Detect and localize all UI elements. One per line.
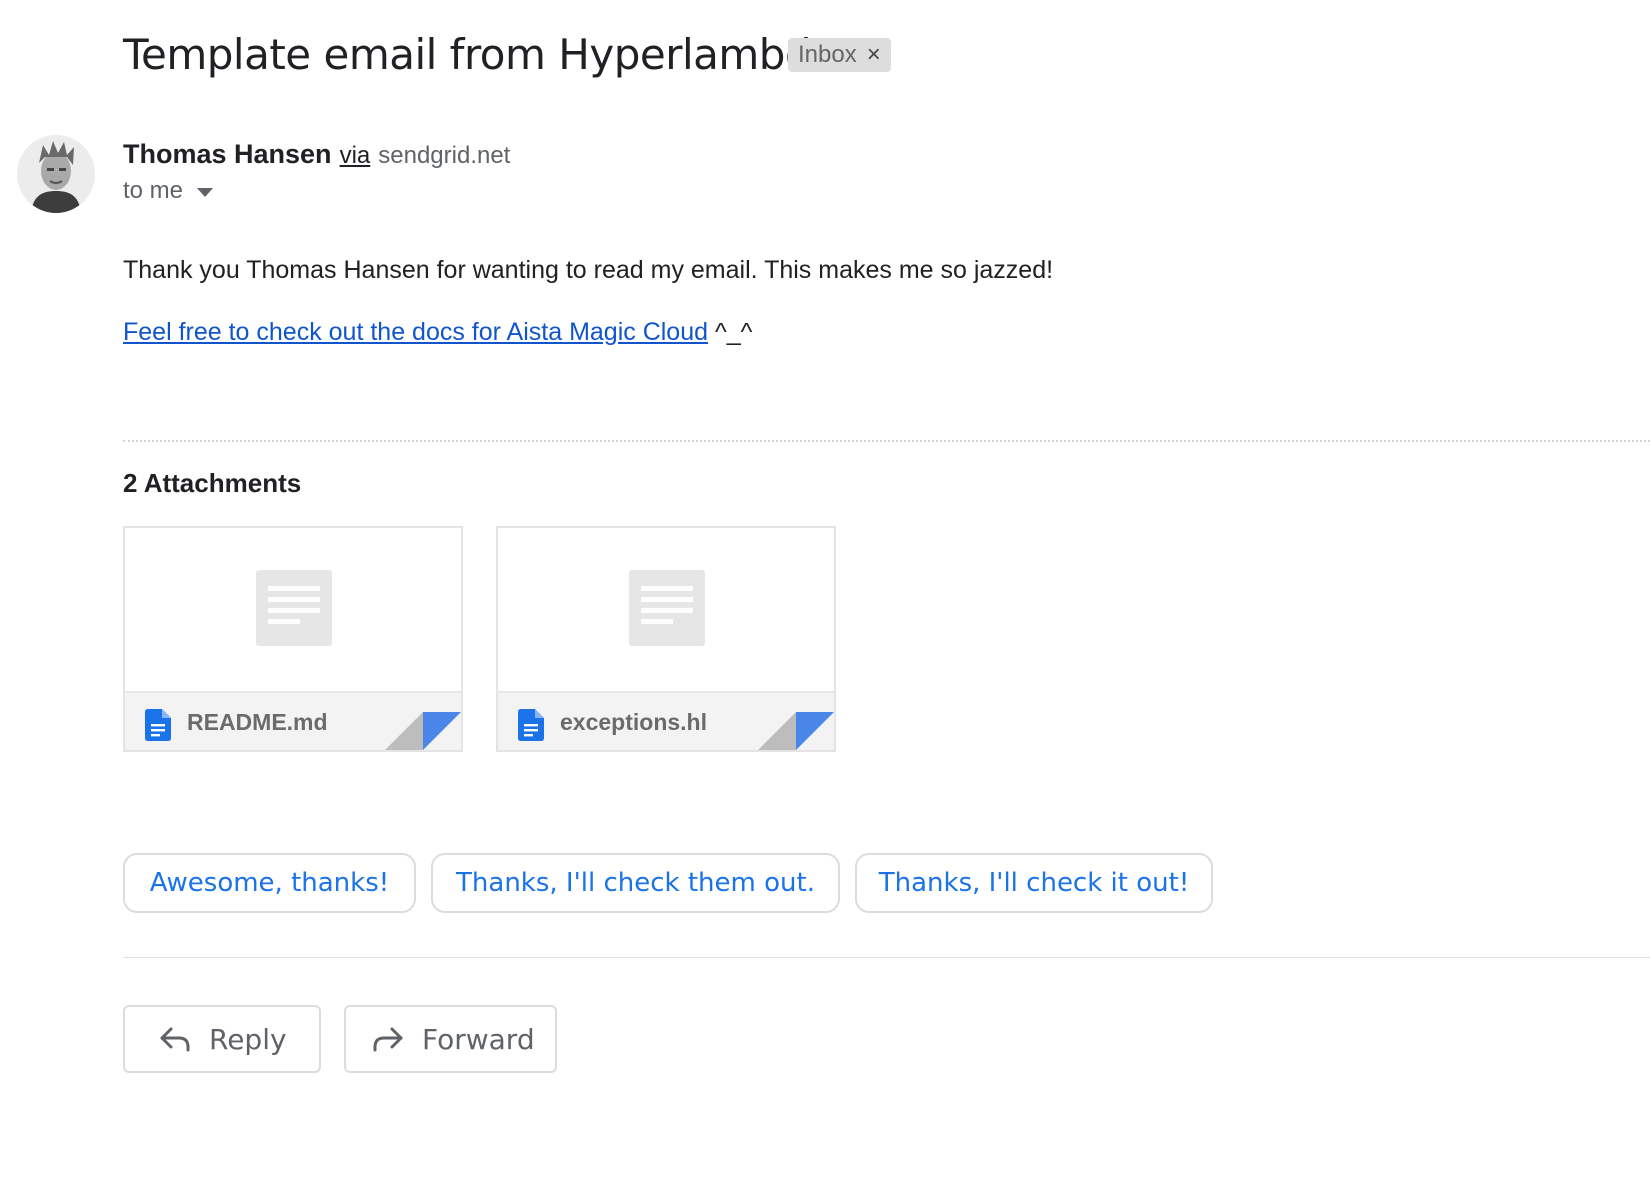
docs-link[interactable]: Feel free to check out the docs for Aist… [123,318,708,346]
document-preview-icon [256,570,332,646]
smart-reply-button[interactable]: Thanks, I'll check it out! [855,853,1213,913]
sender-name[interactable]: Thomas Hansen [123,138,332,170]
attachment-filename: exceptions.hl [560,709,707,735]
attachment-preview [498,528,834,691]
reply-button[interactable]: Reply [123,1005,321,1073]
attachment-card-exceptions[interactable]: exceptions.hl [496,526,836,752]
email-body-paragraph: Thank you Thomas Hansen for wanting to r… [123,256,1054,284]
sender-line: Thomas Hansen via sendgrid.net [123,138,510,172]
google-docs-file-icon [145,709,171,741]
close-icon[interactable]: × [867,41,881,69]
reply-label: Reply [209,1022,287,1056]
email-body-link-line: Feel free to check out the docs for Aist… [123,316,752,348]
chevron-down-icon[interactable] [197,188,214,197]
forward-button[interactable]: Forward [344,1005,557,1073]
avatar[interactable] [17,135,95,213]
smart-reply-button[interactable]: Awesome, thanks! [123,853,416,913]
forward-label: Forward [422,1022,535,1056]
sender-domain: sendgrid.net [378,142,511,169]
via-link[interactable]: via [340,140,371,172]
page-curl-icon [758,712,834,750]
smart-reply-button[interactable]: Thanks, I'll check them out. [431,853,840,913]
link-suffix: ^_^ [708,318,753,346]
google-docs-file-icon [518,709,544,741]
page-curl-icon [385,712,461,750]
recipient-text: to me [123,177,184,204]
label-text: Inbox [798,41,857,68]
actions-divider [123,957,1650,958]
email-subject: Template email from Hyperlambda [123,30,837,79]
reply-arrow-icon [160,1027,190,1052]
recipient-line: to me [123,177,214,205]
document-preview-icon [629,570,705,646]
attachment-card-readme[interactable]: README.md [123,526,463,752]
forward-arrow-icon [373,1027,403,1052]
sender-photo [17,135,95,213]
inbox-label-chip[interactable]: Inbox × [788,38,891,72]
attachments-divider [123,440,1650,442]
attachment-filename: README.md [187,709,328,735]
attachment-preview [125,528,461,691]
attachments-header: 2 Attachments [123,468,302,498]
